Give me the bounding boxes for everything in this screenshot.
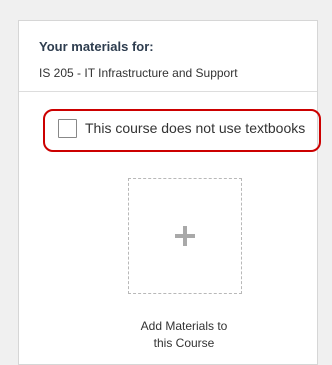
- course-materials-panel: Your materials for: IS 205 - IT Infrastr…: [18, 20, 321, 365]
- no-textbooks-label[interactable]: This course does not use textbooks: [85, 120, 305, 136]
- course-name: IS 205 - IT Infrastructure and Support: [39, 66, 238, 80]
- add-materials-button[interactable]: [128, 178, 242, 294]
- materials-heading: Your materials for:: [39, 39, 154, 54]
- add-materials-label[interactable]: Add Materials to this Course: [109, 318, 259, 352]
- add-materials-label-line2[interactable]: this Course: [109, 335, 259, 352]
- plus-icon[interactable]: [175, 226, 195, 246]
- add-materials-label-line1[interactable]: Add Materials to: [109, 318, 259, 335]
- no-textbooks-checkbox[interactable]: [58, 119, 77, 138]
- divider: [19, 91, 317, 92]
- no-textbooks-option[interactable]: This course does not use textbooks: [43, 109, 321, 152]
